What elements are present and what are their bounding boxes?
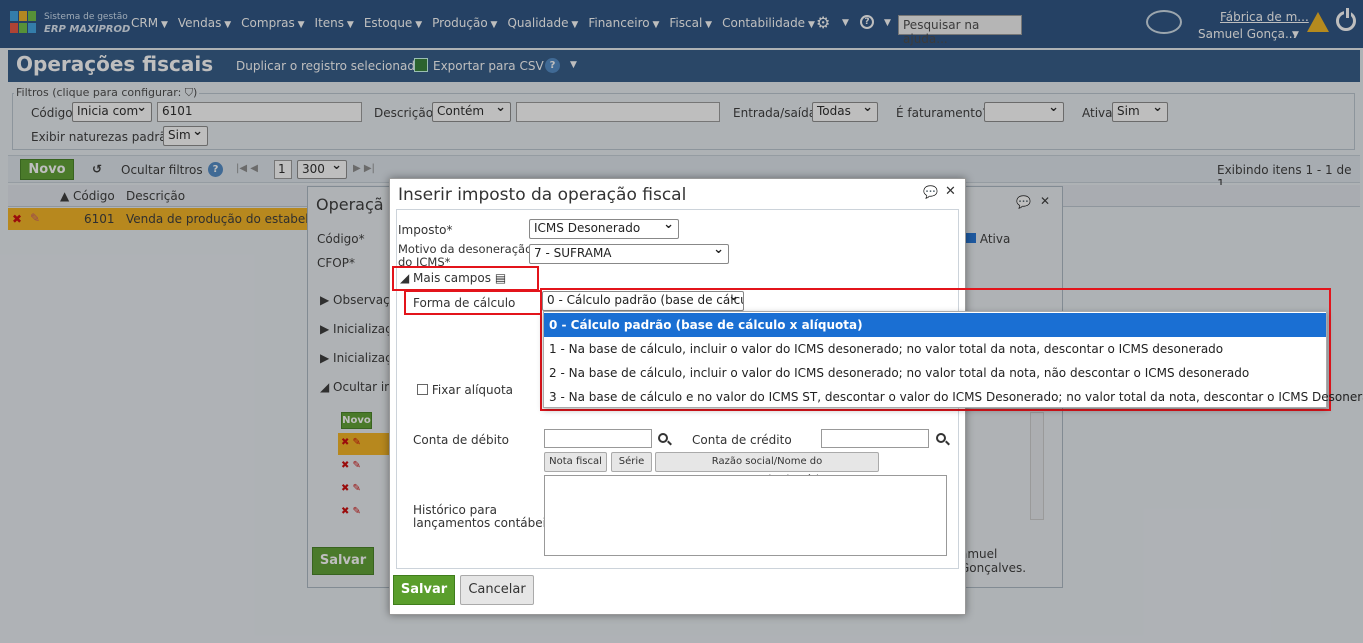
conta-debito-input[interactable]: [544, 429, 652, 448]
close-icon[interactable]: ✕: [945, 184, 956, 199]
conta-credito-input[interactable]: [821, 429, 929, 448]
fixar-aliquota-label: Fixar alíquota: [431, 383, 514, 397]
imposto-label: Imposto*: [398, 223, 453, 237]
dialog-title: Inserir imposto da operação fiscal: [398, 185, 687, 205]
imposto-select[interactable]: ICMS Desonerado: [529, 217, 679, 239]
forma-calculo-dropdown: 0 - Cálculo padrão (base de cálculo x al…: [543, 311, 1363, 409]
salvar-button[interactable]: Salvar: [393, 575, 455, 605]
dropdown-option[interactable]: 2 - Na base de cálculo, incluir o valor …: [544, 361, 1326, 385]
document-icon: ▤: [494, 271, 507, 285]
conta-debito-label: Conta de débito: [413, 433, 510, 447]
historico-label-2: lançamentos contábeis: [413, 516, 553, 530]
dropdown-option[interactable]: 1 - Na base de cálculo, incluir o valor …: [544, 337, 1326, 361]
mais-campos-toggle[interactable]: ◢ Mais campos ▤: [400, 271, 506, 285]
historico-textarea[interactable]: [544, 475, 947, 556]
razao-social-button[interactable]: Razão social/Nome do remetente/destinatá…: [655, 452, 879, 485]
forma-calculo-label: Forma de cálculo: [413, 296, 516, 310]
motivo-label-1: Motivo da desoneração: [398, 242, 533, 256]
search-icon[interactable]: [936, 433, 946, 443]
serie-button[interactable]: Série: [611, 452, 652, 472]
mais-campos-label: Mais campos: [413, 271, 492, 285]
dropdown-option[interactable]: 3 - Na base de cálculo e no valor do ICM…: [544, 385, 1363, 409]
chat-icon[interactable]: 💬: [923, 185, 938, 199]
cancelar-button[interactable]: Cancelar: [460, 575, 534, 605]
nota-fiscal-button[interactable]: Nota fiscal: [544, 452, 607, 472]
motivo-select[interactable]: 7 - SUFRAMA: [529, 242, 729, 264]
historico-label-1: Histórico para: [413, 503, 497, 517]
conta-credito-label: Conta de crédito: [692, 433, 792, 447]
fixar-aliquota-checkbox[interactable]: Fixar alíquota: [417, 383, 513, 397]
search-icon[interactable]: [658, 433, 668, 443]
dropdown-option[interactable]: 0 - Cálculo padrão (base de cálculo x al…: [544, 313, 1326, 337]
